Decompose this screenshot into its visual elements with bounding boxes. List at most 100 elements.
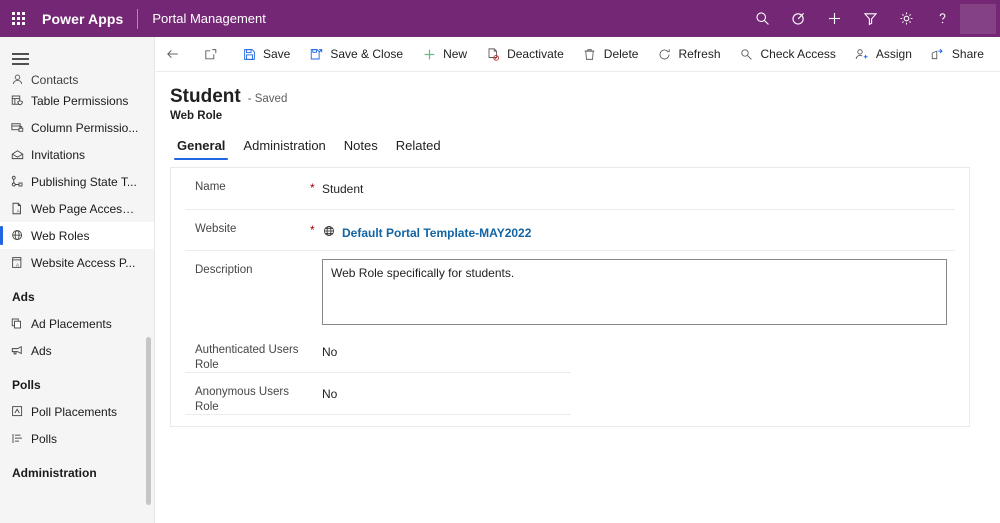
table-permission-icon [10,93,31,108]
sidebar-item-label: Web Page Access ... [31,202,139,216]
sidebar-item-poll-placements[interactable]: Poll Placements [0,398,154,425]
sidebar-item-label: Polls [31,432,57,446]
website-field[interactable]: Default Portal Template-MAY2022 [322,210,969,251]
avatar[interactable] [960,4,996,34]
help-icon[interactable] [924,0,960,37]
open-in-new-window-button[interactable] [194,37,228,72]
app-launcher-icon[interactable] [0,0,36,37]
sidebar-item-ad-placements[interactable]: Ad Placements [0,310,154,337]
new-button[interactable]: New [412,37,476,72]
authenticated-users-role-field[interactable]: No [322,331,969,373]
save-button[interactable]: Save [232,37,299,72]
sidebar-item-ads[interactable]: Ads [0,337,154,364]
back-arrow-icon [165,46,181,62]
record-content: Student - Saved Web Role General Adminis… [156,72,1000,523]
description-input[interactable] [322,259,947,325]
sidebar-section-ads-title: Ads [0,276,154,310]
tab-related[interactable]: Related [387,134,450,160]
name-field[interactable]: Student [322,168,969,210]
megaphone-icon [10,343,31,358]
popout-icon [203,46,219,62]
anonymous-users-role-field[interactable]: No [322,373,969,415]
hierarchy-icon [10,174,31,189]
svg-text:A: A [16,262,19,267]
description-label: Description [171,251,310,331]
sidebar-item-column-permissions[interactable]: Column Permissio... [0,114,154,141]
sidebar-item-web-page-access[interactable]: A Web Page Access ... [0,195,154,222]
deactivate-icon [485,47,501,62]
sidebar-item-table-permissions[interactable]: Table Permissions [0,87,154,114]
envelope-icon [10,147,31,162]
save-label: Save [263,47,290,61]
deactivate-button[interactable]: Deactivate [476,37,573,72]
globe-icon [322,224,336,241]
gear-icon[interactable] [888,0,924,37]
ad-placement-icon [10,316,31,331]
sidebar-item-label: Website Access P... [31,256,135,270]
header-divider [137,9,138,29]
save-close-icon [308,47,324,62]
share-icon [930,47,946,62]
diagnostics-icon[interactable] [780,0,816,37]
sitemap-toggle-icon[interactable] [0,37,154,71]
assign-button[interactable]: Assign [845,37,921,72]
plus-icon[interactable] [816,0,852,37]
refresh-button[interactable]: Refresh [647,37,729,72]
form-row-authenticated-users-role: Authenticated Users Role No [171,331,969,373]
delete-button[interactable]: Delete [573,37,648,72]
header-actions [744,0,1000,37]
form-row-description: Description [171,251,969,331]
sidebar-item-website-access-permissions[interactable]: A Website Access P... [0,249,154,276]
app-header: Power Apps Portal Management [0,0,1000,37]
sidebar-item-label: Invitations [31,148,85,162]
svg-text:A: A [17,208,20,213]
refresh-label: Refresh [678,47,720,61]
assign-label: Assign [876,47,912,61]
save-and-close-label: Save & Close [330,47,403,61]
tab-administration[interactable]: Administration [234,134,334,160]
trash-icon [582,47,598,62]
website-lookup-link[interactable]: Default Portal Template-MAY2022 [322,224,531,241]
sidebar: Contacts Table Permissions Column Permis… [0,37,155,523]
form-row-name: Name * Student [171,168,969,210]
filter-icon[interactable] [852,0,888,37]
website-label: Website [171,210,310,251]
brand-label[interactable]: Power Apps [42,11,123,27]
sidebar-item-label: Ads [31,344,52,358]
new-label: New [443,47,467,61]
anonymous-users-role-label: Anonymous Users Role [171,373,310,415]
form-card: Name * Student Website * Default Portal [170,167,970,427]
entity-name-label: Web Role [170,110,1000,122]
save-and-close-button[interactable]: Save & Close [299,37,412,72]
name-label: Name [171,168,310,210]
more-commands-button[interactable] [993,37,1000,72]
sidebar-item-invitations[interactable]: Invitations [0,141,154,168]
sidebar-item-label: Ad Placements [31,317,112,331]
sidebar-nav-list: Contacts Table Permissions Column Permis… [0,71,154,486]
app-name-label[interactable]: Portal Management [152,11,265,26]
delete-label: Delete [604,47,639,61]
check-access-button[interactable]: Check Access [730,37,845,72]
tab-general[interactable]: General [168,134,234,160]
sidebar-item-label: Column Permissio... [31,121,138,135]
sidebar-item-polls[interactable]: Polls [0,425,154,452]
sidebar-item-label: Publishing State T... [31,175,137,189]
search-icon[interactable] [744,0,780,37]
authenticated-users-role-label: Authenticated Users Role [171,331,310,373]
refresh-icon [656,47,672,62]
command-bar: Save Save & Close New Deactivate [156,37,1000,72]
sidebar-item-publishing-state-transitions[interactable]: Publishing State T... [0,168,154,195]
tab-notes[interactable]: Notes [335,134,387,160]
sidebar-section-administration-title: Administration [0,452,154,486]
contacts-icon [10,73,31,87]
sidebar-scrollbar-thumb[interactable] [146,337,151,505]
column-permission-icon [10,120,31,135]
sidebar-scrollbar[interactable] [146,337,151,505]
sidebar-item-web-roles[interactable]: Web Roles [0,222,154,249]
back-button[interactable] [156,37,190,72]
description-field-wrap [322,251,969,331]
web-role-icon [10,228,31,243]
name-required-indicator: * [310,168,322,210]
sidebar-item-contacts[interactable]: Contacts [0,73,154,87]
share-button[interactable]: Share [921,37,993,72]
